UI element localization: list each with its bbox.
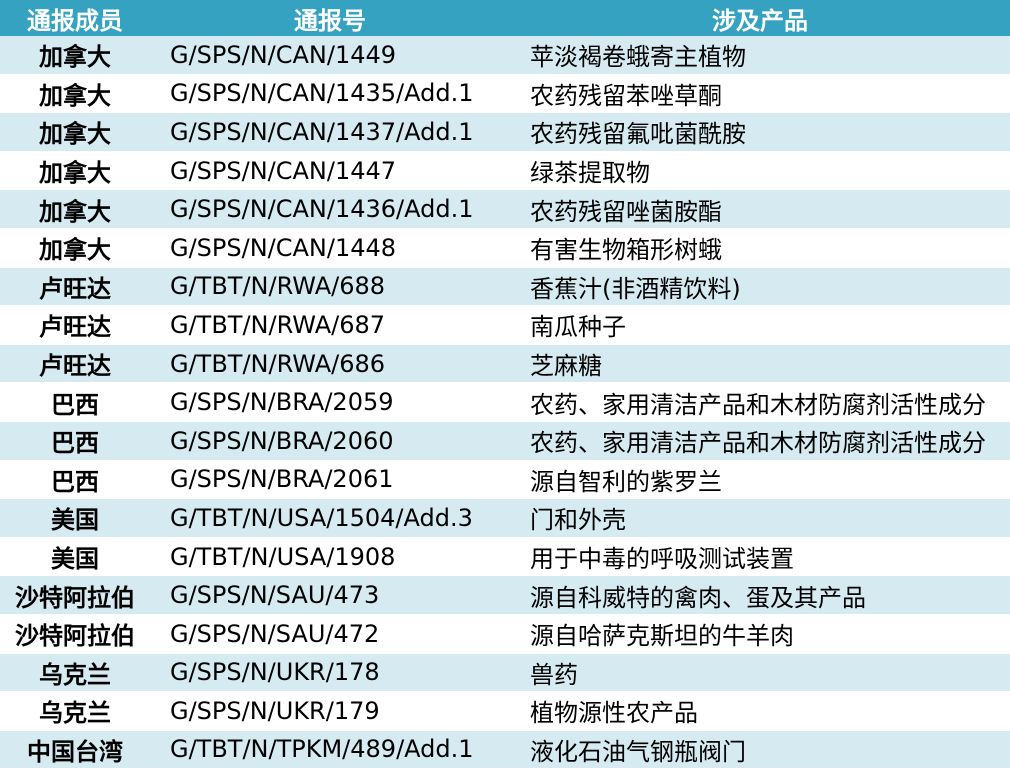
- product-cell: 兽药: [530, 660, 578, 689]
- table-row: 沙特阿拉伯 G/SPS/N/SAU/472 源自哈萨克斯坦的牛羊肉: [0, 614, 1010, 654]
- product-cell: 农药、家用清洁产品和木材防腐剂活性成分: [530, 429, 986, 458]
- product-cell: 苹淡褐卷蛾寄主植物: [530, 43, 746, 72]
- member-cell: 乌克兰: [39, 660, 111, 689]
- number-cell: G/SPS/N/BRA/2059: [170, 388, 394, 417]
- product-cell: 用于中毒的呼吸测试装置: [530, 545, 794, 574]
- product-cell: 植物源性农产品: [530, 699, 698, 728]
- member-cell: 巴西: [51, 390, 99, 419]
- member-cell: 卢旺达: [39, 274, 111, 303]
- product-cell: 农药残留苯唑草酮: [530, 81, 722, 110]
- member-cell: 卢旺达: [39, 352, 111, 381]
- header-member: 通报成员: [27, 6, 123, 35]
- number-cell: G/SPS/N/SAU/473: [170, 581, 380, 610]
- product-cell: 南瓜种子: [530, 313, 626, 342]
- number-cell: G/SPS/N/BRA/2060: [170, 426, 394, 455]
- table-row: 美国 G/TBT/N/USA/1908 用于中毒的呼吸测试装置: [0, 537, 1010, 577]
- member-cell: 加拿大: [39, 197, 111, 226]
- number-cell: G/SPS/N/UKR/178: [170, 658, 380, 687]
- member-cell: 卢旺达: [39, 313, 111, 342]
- number-cell: G/SPS/N/CAN/1435/Add.1: [170, 79, 474, 108]
- table-row: 加拿大 G/SPS/N/CAN/1436/Add.1 农药残留唑菌胺酯: [0, 190, 1010, 229]
- table-row: 巴西 G/SPS/N/BRA/2059 农药、家用清洁产品和木材防腐剂活性成分: [0, 383, 1010, 422]
- member-cell: 加拿大: [39, 120, 111, 149]
- number-cell: G/TBT/N/RWA/686: [170, 349, 386, 378]
- number-cell: G/SPS/N/CAN/1437/Add.1: [170, 117, 474, 146]
- number-cell: G/SPS/N/BRA/2061: [170, 465, 394, 494]
- product-cell: 源自哈萨克斯坦的牛羊肉: [530, 622, 794, 651]
- member-cell: 沙特阿拉伯: [15, 622, 135, 651]
- member-cell: 乌克兰: [39, 699, 111, 728]
- header-product: 涉及产品: [712, 6, 808, 35]
- product-cell: 门和外壳: [530, 506, 626, 535]
- product-cell: 农药残留氟吡菌酰胺: [530, 120, 746, 149]
- number-cell: G/TBT/N/RWA/687: [170, 310, 386, 339]
- number-cell: G/SPS/N/CAN/1447: [170, 156, 397, 185]
- product-cell: 绿茶提取物: [530, 159, 650, 188]
- member-cell: 加拿大: [39, 43, 111, 72]
- table-row: 乌克兰 G/SPS/N/UKR/179 植物源性农产品: [0, 692, 1010, 731]
- product-cell: 香蕉汁(非酒精饮料): [530, 274, 741, 303]
- number-cell: G/SPS/N/CAN/1449: [170, 40, 397, 69]
- number-cell: G/SPS/N/CAN/1448: [170, 233, 397, 262]
- product-cell: 有害生物箱形树蛾: [530, 236, 722, 265]
- number-cell: G/SPS/N/CAN/1436/Add.1: [170, 195, 474, 224]
- header-number: 通报号: [294, 6, 366, 35]
- number-cell: G/TBT/N/RWA/688: [170, 272, 386, 301]
- member-cell: 加拿大: [39, 81, 111, 110]
- table-row: 卢旺达 G/TBT/N/RWA/688 香蕉汁(非酒精饮料): [0, 267, 1010, 307]
- number-cell: G/SPS/N/SAU/472: [170, 619, 380, 648]
- product-cell: 芝麻糖: [530, 352, 602, 381]
- number-cell: G/SPS/N/UKR/179: [170, 696, 380, 725]
- table-row: 沙特阿拉伯 G/SPS/N/SAU/473 源自科威特的禽肉、蛋及其产品: [0, 576, 1010, 615]
- table-header: 通报成员 通报号 涉及产品: [0, 0, 1010, 36]
- table-row: 加拿大 G/SPS/N/CAN/1447 绿茶提取物: [0, 151, 1010, 191]
- member-cell: 巴西: [51, 429, 99, 458]
- table-row: 加拿大 G/SPS/N/CAN/1448 有害生物箱形树蛾: [0, 228, 1010, 268]
- member-cell: 加拿大: [39, 159, 111, 188]
- number-cell: G/TBT/N/TPKM/489/Add.1: [170, 735, 474, 764]
- member-cell: 美国: [51, 545, 99, 574]
- product-cell: 农药残留唑菌胺酯: [530, 197, 722, 226]
- member-cell: 美国: [51, 506, 99, 535]
- member-cell: 巴西: [51, 467, 99, 496]
- table-body: 加拿大 G/SPS/N/CAN/1449 苹淡褐卷蛾寄主植物 加拿大 G/SPS/N/C…: [0, 36, 1010, 770]
- table-row: 加拿大 G/SPS/N/CAN/1449 苹淡褐卷蛾寄主植物: [0, 36, 1010, 75]
- table-row: 卢旺达 G/TBT/N/RWA/686 芝麻糖: [0, 344, 1010, 384]
- table-row: 巴西 G/SPS/N/BRA/2061 源自智利的紫罗兰: [0, 460, 1010, 500]
- notification-table: 通报成员 通报号 涉及产品 加拿大 G/SPS/N/CAN/1449 苹淡褐卷蛾寄主…: [0, 0, 1010, 771]
- table-row: 加拿大 G/SPS/N/CAN/1437/Add.1 农药残留氟吡菌酰胺: [0, 113, 1010, 152]
- product-cell: 源自智利的紫罗兰: [530, 467, 722, 496]
- product-cell: 农药、家用清洁产品和木材防腐剂活性成分: [530, 390, 986, 419]
- number-cell: G/TBT/N/USA/1504/Add.3: [170, 503, 473, 532]
- member-cell: 中国台湾: [27, 737, 123, 766]
- number-cell: G/TBT/N/USA/1908: [170, 542, 396, 571]
- table-row: 乌克兰 G/SPS/N/UKR/178 兽药: [0, 653, 1010, 693]
- product-cell: 液化石油气钢瓶阀门: [530, 737, 746, 766]
- product-cell: 源自科威特的禽肉、蛋及其产品: [530, 583, 866, 612]
- member-cell: 沙特阿拉伯: [15, 583, 135, 612]
- table-row: 卢旺达 G/TBT/N/RWA/687 南瓜种子: [0, 306, 1010, 345]
- table-row: 美国 G/TBT/N/USA/1504/Add.3 门和外壳: [0, 499, 1010, 538]
- member-cell: 加拿大: [39, 236, 111, 265]
- table-row: 巴西 G/SPS/N/BRA/2060 农药、家用清洁产品和木材防腐剂活性成分: [0, 421, 1010, 461]
- table-row: 加拿大 G/SPS/N/CAN/1435/Add.1 农药残留苯唑草酮: [0, 74, 1010, 114]
- table-row: 中国台湾 G/TBT/N/TPKM/489/Add.1 液化石油气钢瓶阀门: [0, 730, 1010, 770]
